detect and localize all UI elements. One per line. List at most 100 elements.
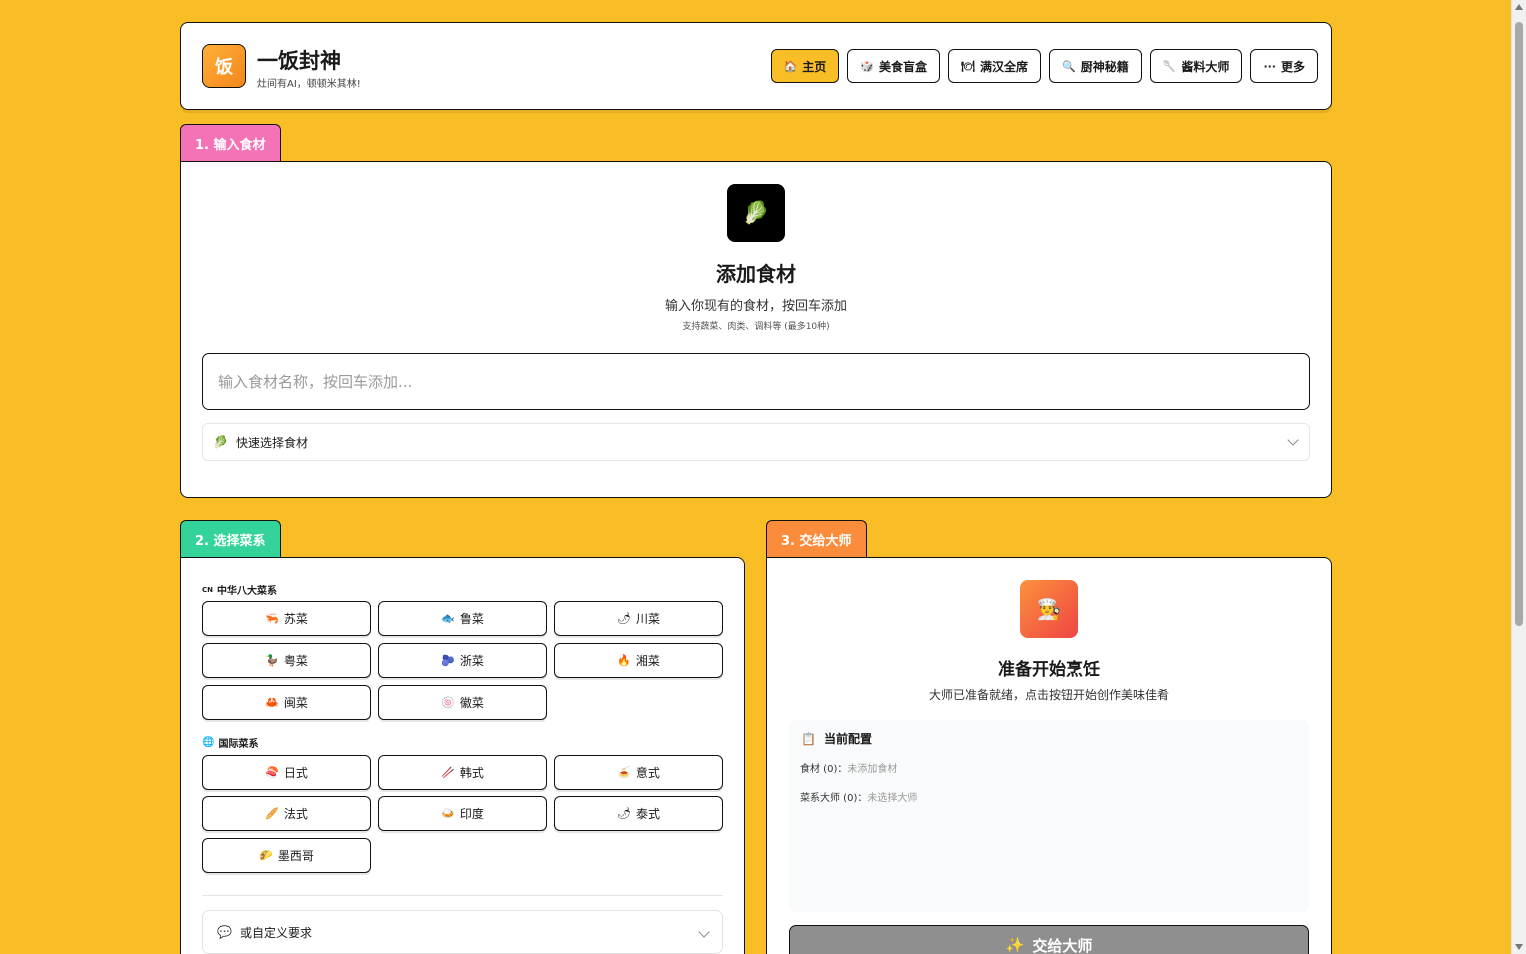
nav-home-button[interactable]: 🏠 主页 bbox=[770, 49, 840, 83]
cuisine-label: 湘菜 bbox=[635, 654, 660, 668]
nav-blindbox-button[interactable]: 🎲 美食盲盒 bbox=[847, 49, 941, 83]
cuisine-label: 日式 bbox=[283, 766, 308, 780]
speech-bubble-icon: 💬 bbox=[217, 925, 232, 939]
cuisine-thai-button[interactable]: 🌶 泰式 bbox=[554, 796, 723, 831]
quick-select-label: 快速选择食材 bbox=[235, 435, 308, 450]
scroll-down-icon[interactable] bbox=[1515, 944, 1523, 950]
ingredient-input[interactable] bbox=[202, 353, 1310, 410]
cuisine-su-button[interactable]: 🦐 苏菜 bbox=[202, 601, 371, 636]
search-icon: 🔍 bbox=[1062, 59, 1076, 73]
chef-desc: 大师已准备就绪，点击按钮开始创作美味佳肴 bbox=[928, 688, 1169, 702]
vegetable-icon: 🥬 bbox=[213, 435, 228, 449]
cuisine-label: 意式 bbox=[635, 766, 660, 780]
chef-icon: 👨‍🍳 bbox=[1020, 580, 1078, 638]
divider bbox=[202, 895, 723, 896]
nav-more-button[interactable]: ··· 更多 bbox=[1250, 49, 1318, 83]
config-title: 📋 当前配置 bbox=[801, 730, 872, 747]
cuisine-label: 泰式 bbox=[635, 807, 660, 821]
sparkle-icon: ✨ bbox=[1005, 936, 1025, 954]
config-ingredients-label: 食材 (0)： bbox=[800, 764, 848, 775]
step3-tab: 3. 交给大师 bbox=[766, 520, 867, 558]
cuisine-hui-button[interactable]: 🍥 徽菜 bbox=[378, 685, 547, 720]
cuisine-label: 法式 bbox=[283, 807, 308, 821]
vegetable-icon: 🥬 bbox=[727, 184, 785, 242]
step2-tab: 2. 选择菜系 bbox=[180, 520, 281, 558]
chevron-down-icon bbox=[698, 926, 710, 938]
berry-icon: 🫐 bbox=[441, 654, 455, 667]
crab-icon: 🦀 bbox=[265, 696, 279, 709]
cuisine-label: 粤菜 bbox=[283, 654, 308, 668]
curry-icon: 🍛 bbox=[441, 807, 455, 820]
config-chef: 菜系大师 (0)：未选择大师 bbox=[800, 789, 917, 804]
ingredients-title: 添加食材 bbox=[716, 262, 796, 286]
quick-select-dropdown[interactable]: 🥬 快速选择食材 bbox=[202, 423, 1310, 461]
clipboard-icon: 📋 bbox=[801, 731, 816, 746]
cuisine-label: 韩式 bbox=[459, 766, 484, 780]
flag-cn-icon: CN bbox=[202, 585, 213, 594]
cuisine-yue-button[interactable]: 🦆 粤菜 bbox=[202, 643, 371, 678]
spoon-icon: 🥄 bbox=[1162, 59, 1177, 73]
cuisine-italian-button[interactable]: 🍝 意式 bbox=[554, 755, 723, 790]
cuisine-label: 川菜 bbox=[635, 612, 660, 626]
pasta-icon: 🍝 bbox=[617, 766, 631, 779]
fish-icon: 🐟 bbox=[441, 612, 455, 625]
cuisine-japanese-button[interactable]: 🍣 日式 bbox=[202, 755, 371, 790]
fishcake-icon: 🍥 bbox=[441, 696, 455, 709]
nav-sauce-button[interactable]: 🥄 酱料大师 bbox=[1149, 49, 1243, 83]
config-chef-label: 菜系大师 (0)： bbox=[800, 793, 868, 804]
config-ingredients: 食材 (0)：未添加食材 bbox=[800, 760, 897, 775]
ingredients-section: 🥬 添加食材 输入你现有的食材，按回车添加 支持蔬菜、肉类、调料等 (最多10种… bbox=[180, 161, 1332, 498]
shrimp-icon: 🦐 bbox=[265, 612, 279, 625]
taco-icon: 🌮 bbox=[259, 849, 273, 862]
cuisine-korean-button[interactable]: 🥢 韩式 bbox=[378, 755, 547, 790]
cuisine-section: CN 中华八大菜系 🦐 苏菜 🐟 鲁菜 🌶 川菜 🦆 粤菜 🫐 浙菜 🔥 湘菜 🦀 闽菜 🍥 徽… bbox=[180, 557, 745, 954]
chili-icon: 🌶 bbox=[617, 612, 631, 625]
chili-icon: 🌶 bbox=[617, 807, 631, 820]
cuisine-chuan-button[interactable]: 🌶 川菜 bbox=[554, 601, 723, 636]
app-header: 饭 一饭封神 灶间有AI，顿顿米其林! 🏠 主页 🎲 美食盲盒 🍽 满汉全席 🔍 厨神秘… bbox=[180, 22, 1332, 110]
home-icon: 🏠 bbox=[783, 59, 798, 73]
cuisine-label: 浙菜 bbox=[459, 654, 484, 668]
config-ingredients-value: 未添加食材 bbox=[847, 764, 898, 775]
nav-label: 厨神秘籍 bbox=[1080, 59, 1129, 74]
current-config-panel: 📋 当前配置 食材 (0)：未添加食材 菜系大师 (0)：未选择大师 bbox=[789, 720, 1309, 912]
sushi-icon: 🍣 bbox=[265, 766, 279, 779]
cuisine-mexican-button[interactable]: 🌮 墨西哥 bbox=[202, 838, 371, 873]
plate-icon: 🍽 bbox=[961, 59, 975, 73]
scrollbar-thumb[interactable] bbox=[1515, 22, 1523, 626]
config-chef-value: 未选择大师 bbox=[867, 793, 918, 804]
cuisine-label: 闽菜 bbox=[283, 696, 308, 710]
nav-label: 满汉全席 bbox=[979, 59, 1028, 74]
nav-label: 美食盲盒 bbox=[879, 59, 928, 74]
cuisine-xiang-button[interactable]: 🔥 湘菜 bbox=[554, 643, 723, 678]
main-nav: 🏠 主页 🎲 美食盲盒 🍽 满汉全席 🔍 厨神秘籍 🥄 酱料大师 ··· 更多 bbox=[770, 49, 1318, 83]
cuisine-french-button[interactable]: 🥖 法式 bbox=[202, 796, 371, 831]
app-slogan: 灶间有AI，顿顿米其林! bbox=[257, 79, 361, 90]
baguette-icon: 🥖 bbox=[265, 807, 279, 820]
page-scrollbar[interactable] bbox=[1511, 0, 1526, 954]
more-icon: ··· bbox=[1263, 59, 1276, 73]
app-logo[interactable]: 饭 bbox=[202, 44, 246, 88]
submit-to-master-button[interactable]: ✨ 交给大师 bbox=[789, 925, 1309, 954]
nav-label: 更多 bbox=[1280, 59, 1305, 74]
custom-request-dropdown[interactable]: 💬 或自定义要求 bbox=[202, 910, 723, 954]
step1-tab: 1. 输入食材 bbox=[180, 124, 281, 162]
nav-feast-button[interactable]: 🍽 满汉全席 bbox=[948, 49, 1041, 83]
cuisine-label: 徽菜 bbox=[459, 696, 484, 710]
scroll-up-icon[interactable] bbox=[1515, 4, 1523, 10]
custom-request-label: 或自定义要求 bbox=[239, 925, 312, 940]
cuisine-zhe-button[interactable]: 🫐 浙菜 bbox=[378, 643, 547, 678]
group-title-text: 中华八大菜系 bbox=[217, 586, 277, 597]
international-cuisine-title: 🌐 国际菜系 bbox=[202, 735, 258, 750]
submit-label: 交给大师 bbox=[1032, 936, 1093, 954]
cuisine-min-button[interactable]: 🦀 闽菜 bbox=[202, 685, 371, 720]
chef-title: 准备开始烹饪 bbox=[998, 660, 1100, 680]
nav-label: 主页 bbox=[802, 59, 827, 74]
nav-recipes-button[interactable]: 🔍 厨神秘籍 bbox=[1049, 49, 1142, 83]
cuisine-indian-button[interactable]: 🍛 印度 bbox=[378, 796, 547, 831]
chef-section: 👨‍🍳 准备开始烹饪 大师已准备就绪，点击按钮开始创作美味佳肴 📋 当前配置 食… bbox=[766, 557, 1332, 954]
cuisine-lu-button[interactable]: 🐟 鲁菜 bbox=[378, 601, 547, 636]
chinese-cuisine-title: CN 中华八大菜系 bbox=[202, 582, 277, 598]
cuisine-label: 鲁菜 bbox=[459, 612, 484, 626]
dice-icon: 🎲 bbox=[860, 59, 874, 73]
